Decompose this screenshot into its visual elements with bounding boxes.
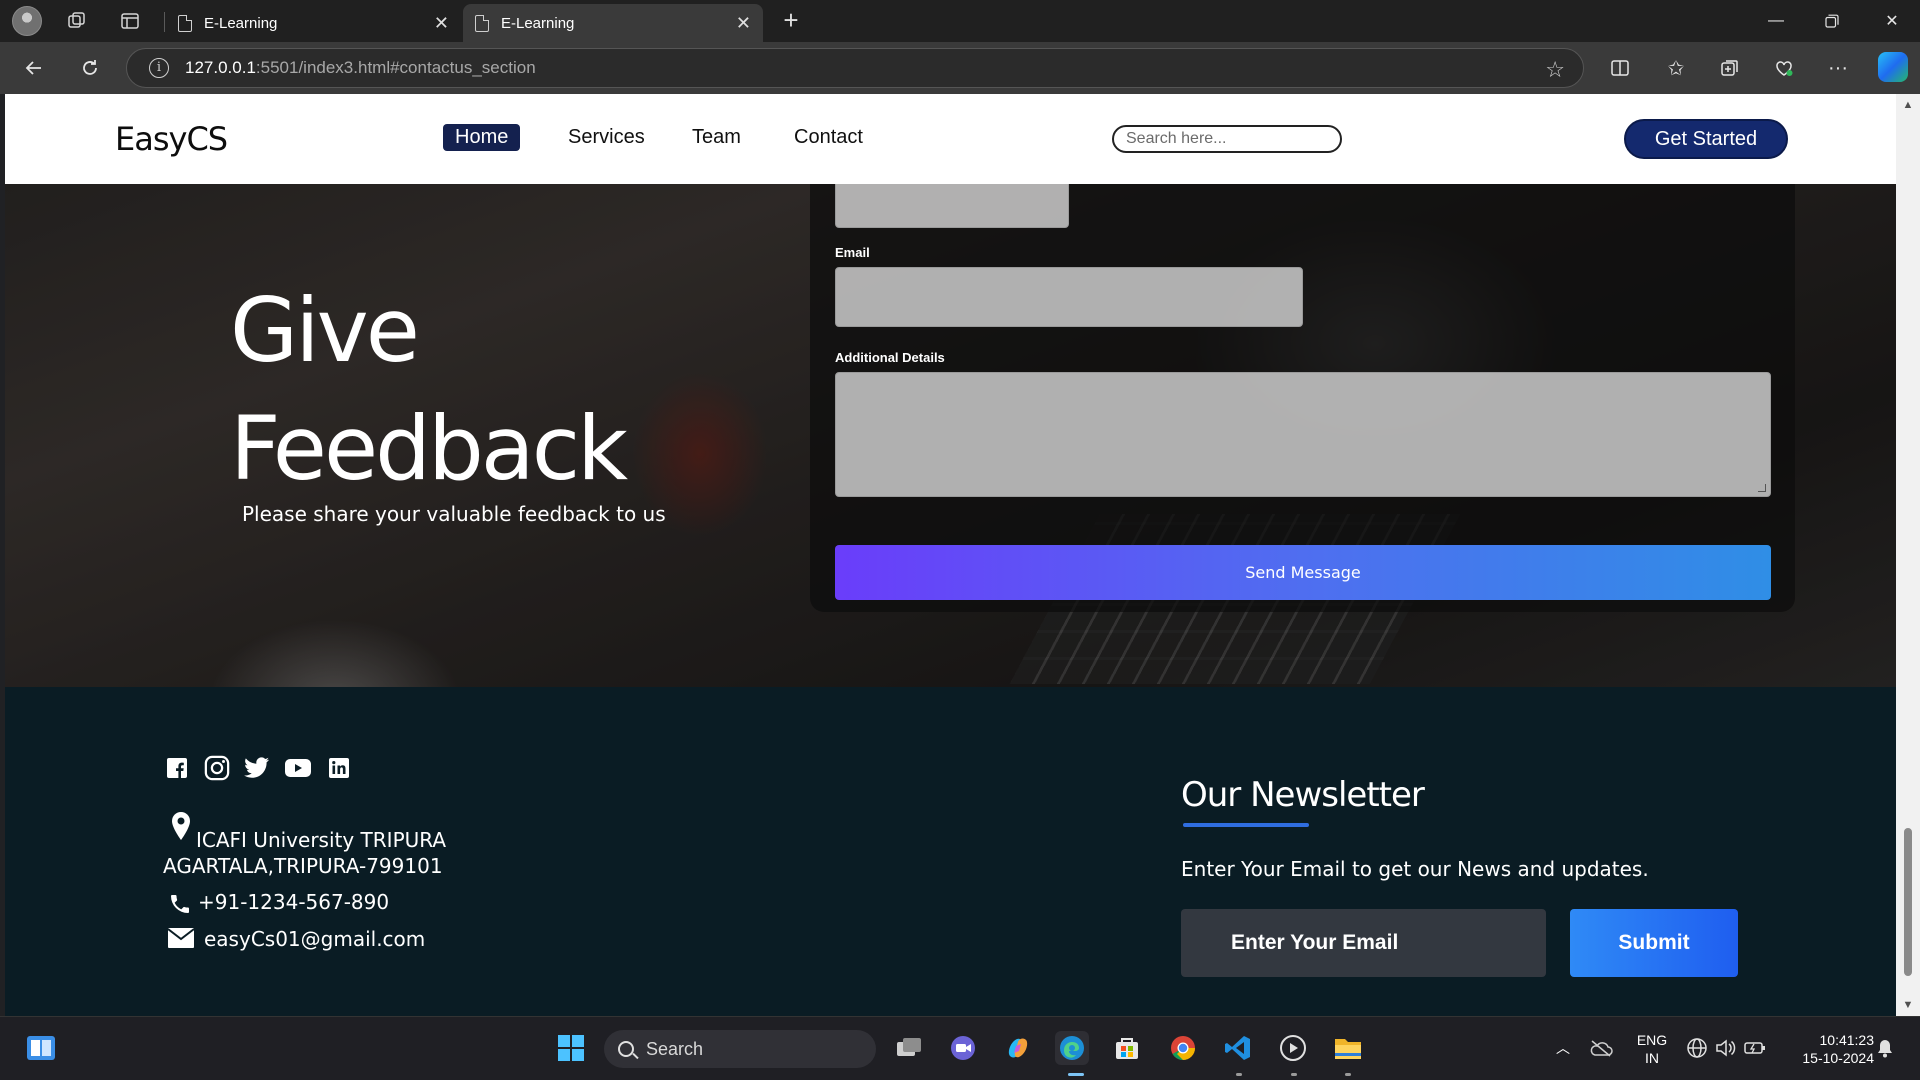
newsletter-submit-button[interactable]: Submit bbox=[1570, 909, 1738, 977]
vertical-tabs-icon[interactable] bbox=[117, 8, 143, 34]
scroll-thumb[interactable] bbox=[1904, 828, 1912, 976]
linkedin-icon[interactable] bbox=[326, 755, 352, 781]
minimize-button[interactable]: — bbox=[1748, 0, 1804, 42]
site-info-icon[interactable]: i bbox=[149, 58, 169, 78]
task-view-icon[interactable] bbox=[892, 1031, 926, 1065]
copilot-icon[interactable] bbox=[1878, 52, 1908, 82]
clock-time: 10:41:23 bbox=[1819, 1032, 1875, 1048]
nav-services-link[interactable]: Services bbox=[556, 124, 657, 151]
vscode-icon[interactable] bbox=[1221, 1031, 1255, 1065]
phone-icon bbox=[168, 892, 192, 921]
send-message-button[interactable]: Send Message bbox=[835, 545, 1771, 600]
newsletter-email-input[interactable] bbox=[1181, 909, 1546, 977]
facebook-icon[interactable] bbox=[164, 755, 190, 781]
page-icon bbox=[475, 14, 489, 32]
teams-meet-icon[interactable] bbox=[946, 1031, 980, 1065]
tab-strip: E-Learning ✕ E-Learning ✕ + — ✕ bbox=[0, 0, 1920, 42]
new-tab-button[interactable]: + bbox=[776, 6, 806, 36]
scroll-up-arrow[interactable]: ▲ bbox=[1896, 96, 1920, 114]
tab-separator bbox=[164, 12, 165, 32]
favorites-icon[interactable]: ✩ bbox=[1660, 52, 1692, 84]
start-icon[interactable] bbox=[554, 1031, 588, 1065]
nav-home-link[interactable]: Home bbox=[443, 124, 521, 151]
browser-essentials-icon[interactable] bbox=[1768, 52, 1800, 84]
site-footer: ICAFI University TRIPURA AGARTALA,TRIPUR… bbox=[5, 687, 1896, 1016]
close-icon[interactable]: ✕ bbox=[736, 13, 751, 34]
youtube-icon[interactable] bbox=[285, 755, 311, 781]
microsoft-store-icon[interactable] bbox=[1110, 1031, 1144, 1065]
tab-title: E-Learning bbox=[204, 14, 278, 32]
browser-tab-2[interactable]: E-Learning ✕ bbox=[463, 4, 763, 42]
language-indicator[interactable]: ENG IN bbox=[1632, 1031, 1672, 1067]
browser-toolbar: i 127.0.0.1:5501/index3.html#contactus_s… bbox=[0, 42, 1920, 94]
url-text: 127.0.0.1:5501/index3.html#contactus_sec… bbox=[185, 58, 536, 77]
clock-date: 15-10-2024 bbox=[1802, 1050, 1874, 1066]
copilot-taskbar-icon[interactable] bbox=[1001, 1031, 1035, 1065]
hero-subtitle: Please share your valuable feedback to u… bbox=[242, 502, 666, 526]
search-input[interactable] bbox=[1112, 125, 1342, 153]
chrome-icon[interactable] bbox=[1166, 1031, 1200, 1065]
media-player-icon[interactable] bbox=[1276, 1031, 1310, 1065]
taskbar-search-label: Search bbox=[646, 1038, 704, 1059]
search-icon bbox=[618, 1041, 634, 1057]
email-address[interactable]: easyCs01@gmail.com bbox=[204, 927, 425, 951]
hero-title-line1: Give bbox=[230, 279, 420, 382]
more-options-icon[interactable]: ··· bbox=[1822, 52, 1854, 84]
name-field[interactable] bbox=[835, 184, 1069, 228]
get-started-button[interactable]: Get Started bbox=[1624, 119, 1788, 159]
site-logo[interactable]: EasyCS bbox=[115, 120, 228, 158]
profile-avatar[interactable] bbox=[12, 6, 42, 36]
resize-handle[interactable] bbox=[1758, 484, 1766, 492]
page-scrollbar[interactable]: ▲ ▼ bbox=[1896, 94, 1920, 1016]
back-icon[interactable] bbox=[18, 52, 50, 84]
newsletter-title: Our Newsletter bbox=[1181, 775, 1425, 815]
address-line2: AGARTALA,TRIPURA-799101 bbox=[163, 854, 443, 878]
refresh-icon[interactable] bbox=[74, 52, 106, 84]
close-window-button[interactable]: ✕ bbox=[1864, 0, 1920, 42]
chevron-up-icon[interactable]: ︿ bbox=[1546, 1031, 1580, 1065]
os-taskbar: Search ︿ ENG IN 10:41:23 15-10-2024 bbox=[0, 1016, 1920, 1080]
volume-icon[interactable] bbox=[1708, 1031, 1742, 1065]
details-label: Additional Details bbox=[835, 350, 945, 365]
address-line1: ICAFI University TRIPURA bbox=[196, 828, 447, 852]
clock[interactable]: 10:41:23 15-10-2024 bbox=[1782, 1031, 1874, 1067]
scroll-down-arrow[interactable]: ▼ bbox=[1896, 996, 1920, 1014]
page-viewport: EasyCS Home Services Team Contact Get St… bbox=[5, 94, 1896, 1016]
browser-tab-1[interactable]: E-Learning ✕ bbox=[166, 4, 461, 42]
nav-team-link[interactable]: Team bbox=[680, 124, 753, 151]
edge-icon[interactable] bbox=[1055, 1031, 1089, 1065]
address-bar[interactable]: i 127.0.0.1:5501/index3.html#contactus_s… bbox=[126, 48, 1584, 88]
details-textarea[interactable] bbox=[835, 372, 1771, 497]
feedback-section: Give Feedback Please share your valuable… bbox=[5, 184, 1896, 687]
page-icon bbox=[178, 14, 192, 32]
mail-icon bbox=[167, 928, 195, 953]
twitter-icon[interactable] bbox=[244, 755, 270, 781]
email-label: Email bbox=[835, 245, 870, 260]
newsletter-underline bbox=[1183, 823, 1309, 827]
restore-button[interactable] bbox=[1804, 0, 1860, 42]
file-explorer-icon[interactable] bbox=[1331, 1031, 1365, 1065]
feedback-form: Email Additional Details Send Message bbox=[810, 184, 1795, 612]
battery-icon[interactable] bbox=[1738, 1031, 1772, 1065]
nav-contact-link[interactable]: Contact bbox=[782, 124, 875, 151]
close-icon[interactable]: ✕ bbox=[434, 13, 449, 34]
phone-number: +91-1234-567-890 bbox=[198, 890, 390, 914]
onedrive-icon[interactable] bbox=[1584, 1031, 1618, 1065]
newsletter-text: Enter Your Email to get our News and upd… bbox=[1181, 857, 1649, 881]
favorite-star-icon[interactable]: ☆ bbox=[1545, 57, 1565, 83]
hero-title-line2: Feedback bbox=[230, 397, 628, 500]
site-navbar: EasyCS Home Services Team Contact Get St… bbox=[5, 94, 1896, 184]
notification-bell-icon[interactable] bbox=[1868, 1031, 1902, 1065]
workspaces-icon[interactable] bbox=[64, 8, 90, 34]
location-pin-icon bbox=[170, 811, 192, 846]
tab-title: E-Learning bbox=[501, 14, 575, 32]
collections-icon[interactable] bbox=[1714, 52, 1746, 84]
widgets-icon[interactable] bbox=[24, 1031, 58, 1065]
split-screen-icon[interactable] bbox=[1604, 52, 1636, 84]
email-field[interactable] bbox=[835, 267, 1303, 327]
taskbar-search[interactable]: Search bbox=[604, 1030, 876, 1068]
instagram-icon[interactable] bbox=[204, 755, 230, 781]
